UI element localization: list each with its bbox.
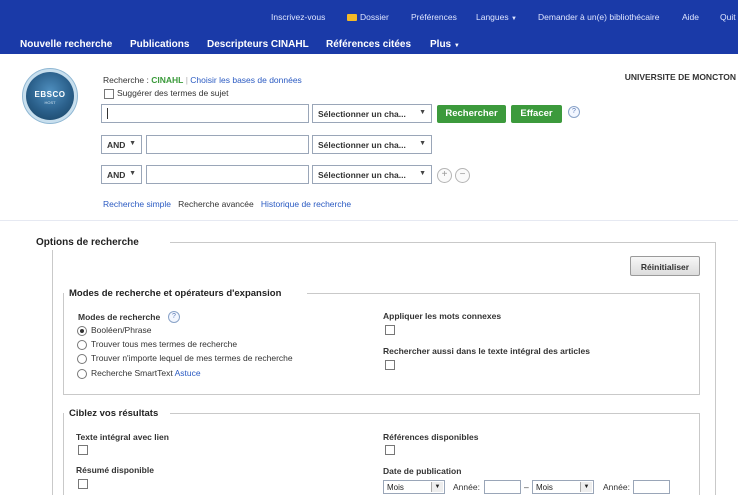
nav-more-menu[interactable]: Plus ▼ (430, 39, 460, 50)
year-label: Année: (453, 482, 480, 492)
nav-cinahl-headings[interactable]: Descripteurs CINAHL (207, 39, 309, 50)
search-input-1[interactable] (101, 104, 309, 123)
dropdown-arrow-icon: ▼ (419, 109, 426, 116)
remove-row-icon[interactable]: − (455, 168, 470, 183)
dropdown-arrow-icon: ▼ (419, 140, 426, 147)
quit-link[interactable]: Quit (720, 12, 736, 22)
languages-menu[interactable]: Langues ▼ (476, 12, 517, 22)
fulltext-search-label: Rechercher aussi dans le texte intégral … (383, 346, 590, 356)
add-row-icon[interactable]: + (437, 168, 452, 183)
dropdown-arrow-icon: ▼ (419, 170, 426, 177)
year-label: Année: (603, 482, 630, 492)
search-input-3[interactable] (146, 165, 309, 184)
clear-button[interactable]: Effacer (511, 105, 562, 123)
search-options-title: Options de recherche (36, 237, 139, 248)
tip-link[interactable]: Astuce (175, 368, 201, 378)
nav-publications[interactable]: Publications (130, 39, 189, 50)
abstract-available-checkbox[interactable] (78, 479, 88, 489)
boolean-operator-select-2[interactable]: AND ▼ (101, 165, 142, 184)
divider (170, 242, 715, 243)
limit-section-title: Ciblez vos résultats (69, 408, 159, 419)
search-button[interactable]: Rechercher (437, 105, 506, 123)
preferences-link[interactable]: Préférences (411, 12, 457, 22)
field-select-2[interactable]: Sélectionner un cha... ▼ (312, 135, 432, 154)
help-icon[interactable]: ? (168, 311, 180, 323)
radio-boolean-phrase-label: Booléen/Phrase (91, 325, 152, 335)
radio-any-terms-label: Trouver n'importe lequel de mes termes d… (91, 353, 293, 363)
related-words-label: Appliquer les mots connexes (383, 311, 502, 321)
caret-down-icon: ▼ (511, 16, 517, 22)
searching-database-line: Recherche : CINAHL | Choisir les bases d… (103, 75, 302, 85)
radio-smarttext[interactable] (77, 369, 87, 379)
fulltext-search-checkbox[interactable] (385, 360, 395, 370)
divider (699, 413, 700, 495)
divider (715, 242, 716, 495)
search-modes-label: Modes de recherche (78, 312, 161, 322)
radio-all-terms[interactable] (77, 340, 87, 350)
divider (699, 293, 700, 395)
dropdown-arrow-icon: ▼ (129, 140, 136, 147)
modes-section-title: Modes de recherche et opérateurs d'expan… (69, 288, 282, 299)
field-select-1[interactable]: Sélectionner un cha... ▼ (312, 104, 432, 123)
linked-fulltext-label: Texte intégral avec lien (76, 432, 169, 442)
divider (307, 293, 700, 294)
suggest-terms-checkbox[interactable] (104, 89, 114, 99)
radio-boolean-phrase[interactable] (77, 326, 87, 336)
radio-any-terms[interactable] (77, 354, 87, 364)
dropdown-arrow-icon: ▼ (580, 482, 592, 492)
folder-link[interactable]: Dossier (347, 12, 389, 22)
reset-button[interactable]: Réinitialiser (630, 256, 700, 276)
boolean-operator-select-1[interactable]: AND ▼ (101, 135, 142, 154)
top-navigation-bar: Inscrivez-vous Dossier Préférences Langu… (0, 0, 738, 54)
related-words-checkbox[interactable] (385, 325, 395, 335)
divider (170, 413, 700, 414)
folder-icon (347, 14, 357, 21)
ask-librarian-link[interactable]: Demander à un(e) bibliothécaire (538, 12, 659, 22)
search-mode-links: Recherche simple Recherche avancée Histo… (103, 199, 351, 209)
linked-fulltext-checkbox[interactable] (78, 445, 88, 455)
sign-in-link[interactable]: Inscrivez-vous (271, 12, 325, 22)
caret-down-icon: ▼ (453, 43, 460, 49)
radio-all-terms-label: Trouver tous mes termes de recherche (91, 339, 238, 349)
refs-available-label: Références disponibles (383, 432, 479, 442)
abstract-available-label: Résumé disponible (76, 465, 154, 475)
divider (52, 250, 53, 495)
pub-date-to-year-input[interactable] (633, 480, 670, 494)
simple-search-link[interactable]: Recherche simple (103, 199, 171, 209)
search-history-link[interactable]: Historique de recherche (261, 199, 351, 209)
pub-date-from-year-input[interactable] (484, 480, 521, 494)
suggest-terms-label: Suggérer des termes de sujet (117, 88, 229, 98)
help-link[interactable]: Aide (682, 12, 699, 22)
ebsco-host-logo[interactable]: EBSCO HOST (26, 72, 74, 120)
radio-smarttext-label: Recherche SmartText Astuce (91, 368, 201, 378)
nav-cited-references[interactable]: Références citées (326, 39, 411, 50)
institution-name: UNIVERSITE DE MONCTON (624, 72, 736, 82)
divider (63, 394, 700, 395)
utility-links: Inscrivez-vous Dossier Préférences Langu… (0, 0, 738, 33)
pub-date-from-month-select[interactable]: Mois ▼ (383, 480, 445, 494)
choose-databases-link[interactable]: Choisir les bases de données (190, 75, 302, 85)
nav-new-search[interactable]: Nouvelle recherche (20, 39, 112, 50)
help-icon[interactable]: ? (568, 106, 580, 118)
divider (63, 293, 64, 395)
dropdown-arrow-icon: ▼ (431, 482, 443, 492)
pub-date-to-month-select[interactable]: Mois ▼ (532, 480, 594, 494)
refs-available-checkbox[interactable] (385, 445, 395, 455)
pub-date-label: Date de publication (383, 466, 462, 476)
field-select-3[interactable]: Sélectionner un cha... ▼ (312, 165, 432, 184)
dropdown-arrow-icon: ▼ (129, 170, 136, 177)
search-input-2[interactable] (146, 135, 309, 154)
divider (63, 413, 64, 495)
advanced-search-link[interactable]: Recherche avancée (178, 199, 254, 209)
date-range-dash: – (524, 482, 529, 492)
